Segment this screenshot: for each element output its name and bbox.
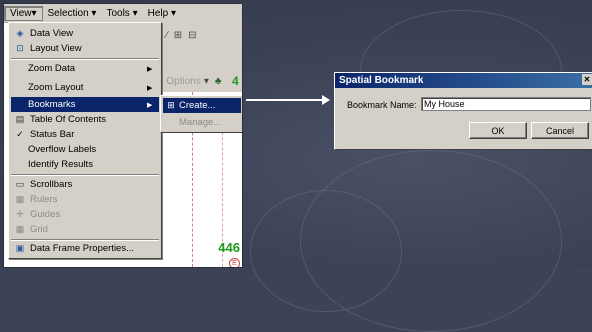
menu-tools[interactable]: Tools ▾ (101, 7, 142, 20)
map-label: 446 (218, 240, 240, 255)
menu-item-scrollbars[interactable]: ▭ Scrollbars (11, 177, 159, 192)
menu-item-label: Table Of Contents (30, 114, 107, 125)
menu-item-rulers: ▦ Rulers (11, 192, 159, 207)
close-icon[interactable]: ✕ (582, 74, 592, 85)
menu-selection[interactable]: Selection ▾ (43, 7, 102, 20)
table-of-contents-icon: ▤ (15, 114, 25, 124)
grid-icon: ▦ (15, 224, 25, 234)
submenu-item-create[interactable]: ⊞ Create... (163, 98, 241, 113)
edit-tool-icon[interactable]: ⊟ (188, 30, 196, 41)
menu-item-label: Identify Results (28, 159, 93, 170)
menu-item-label: Overflow Labels (28, 144, 97, 155)
properties-icon: ▣ (15, 243, 25, 253)
menu-item-label: Guides (30, 209, 61, 220)
menu-item-label: Status Bar (30, 129, 75, 140)
submenu-arrow-icon: ▶ (147, 84, 153, 92)
arcmap-screenshot: View▾ Selection ▾ Tools ▾ Help ▾ ▾ ⁄ ⊞ ⊟… (4, 4, 242, 267)
connector-arrow-line (246, 99, 324, 101)
scrollbars-icon: ▭ (15, 179, 25, 189)
submenu-item-label: Create... (179, 100, 216, 111)
menu-item-zoom-data[interactable]: Zoom Data ▶ (11, 61, 159, 76)
bookmarks-submenu: ⊞ Create... Manage... (160, 95, 242, 133)
chevron-down-icon[interactable]: ▾ (204, 76, 209, 87)
data-view-icon: ◈ (16, 28, 24, 38)
dialog-title: Spatial Bookmark (339, 75, 424, 86)
menu-item-grid: ▦ Grid (11, 222, 159, 237)
submenu-item-label: Manage... (179, 117, 222, 128)
bookmark-create-icon: ⊞ (167, 100, 175, 110)
menu-item-status-bar[interactable]: ✓ Status Bar (11, 127, 159, 142)
menu-item-table-of-contents[interactable]: ▤ Table Of Contents (11, 112, 159, 127)
menu-item-label: Data Frame Properties... (30, 243, 135, 254)
menu-item-zoom-layout[interactable]: Zoom Layout ▶ (11, 80, 159, 95)
map-label-fragment: 4 (232, 74, 239, 88)
toolbar-area: ▾ ⁄ ⊞ ⊟ (152, 22, 242, 71)
menu-help[interactable]: Help ▾ (143, 7, 181, 20)
menu-separator (11, 174, 159, 176)
options-button[interactable]: Options (166, 76, 200, 87)
submenu-item-manage: Manage... (163, 115, 242, 130)
submenu-arrow-icon: ▶ (147, 65, 153, 73)
menu-item-label: Grid (30, 224, 48, 235)
bookmark-name-input[interactable] (421, 97, 591, 111)
toolbar-row-options: ✤ Options ▾ ♣ (152, 70, 242, 93)
guides-icon: ✛ (16, 209, 24, 219)
view-menu: ◈ Data View ⊡ Layout View Zoom Data ▶ Zo… (8, 22, 162, 259)
menu-item-label: Data View (30, 28, 74, 39)
menu-separator (11, 58, 159, 60)
rulers-icon: ▦ (15, 194, 25, 204)
menu-item-layout-view[interactable]: ⊡ Layout View (11, 41, 159, 56)
menu-item-label: Layout View (30, 43, 82, 54)
menu-item-identify-results[interactable]: Identify Results (11, 157, 159, 172)
pencil-icon[interactable]: ⁄ (166, 30, 168, 41)
menu-bar: View▾ Selection ▾ Tools ▾ Help ▾ (4, 4, 242, 23)
check-icon: ✓ (16, 129, 24, 139)
ok-button[interactable]: OK (469, 122, 527, 139)
menu-item-label: Bookmarks (28, 99, 76, 110)
menu-item-guides: ✛ Guides (11, 207, 159, 222)
menu-item-label: Zoom Layout (28, 82, 84, 93)
menu-item-label: Scrollbars (30, 179, 73, 190)
cancel-button[interactable]: Cancel (531, 122, 589, 139)
tool-icon[interactable]: ♣ (215, 76, 222, 87)
arrow-head-icon (322, 95, 330, 105)
spatial-bookmark-dialog: Spatial Bookmark ✕ Bookmark Name: OK Can… (334, 72, 592, 150)
layout-view-icon: ⊡ (16, 43, 24, 53)
menu-item-data-view[interactable]: ◈ Data View (11, 26, 159, 41)
background-contour (250, 190, 402, 312)
map-marker: E (229, 258, 240, 267)
bookmark-name-label: Bookmark Name: (347, 100, 417, 110)
menu-view[interactable]: View▾ (4, 5, 43, 21)
submenu-arrow-icon: ▶ (147, 101, 153, 109)
vertex-icon[interactable]: ⊞ (174, 30, 182, 41)
menu-item-label: Rulers (30, 194, 58, 205)
dialog-title-bar: Spatial Bookmark ✕ (335, 73, 592, 88)
menu-item-overflow-labels[interactable]: Overflow Labels (11, 142, 159, 157)
menu-item-data-frame-properties[interactable]: ▣ Data Frame Properties... (11, 241, 159, 256)
menu-item-bookmarks[interactable]: Bookmarks ▶ (11, 97, 159, 112)
toolbar-row: ▾ ⁄ ⊞ ⊟ (152, 24, 242, 46)
menu-item-label: Zoom Data (28, 63, 75, 74)
